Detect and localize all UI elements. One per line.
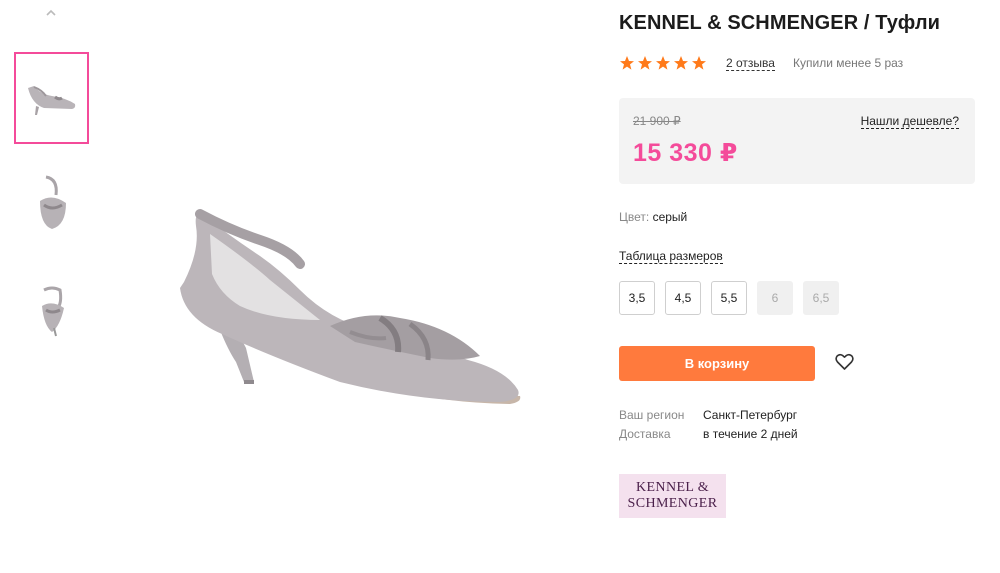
add-to-cart-button[interactable]: В корзину (619, 346, 815, 381)
star-icon (656, 56, 670, 70)
gallery-thumbnail-side[interactable] (14, 52, 89, 144)
color-info: Цвет: серый (619, 210, 687, 224)
size-option[interactable]: 5,5 (711, 281, 747, 315)
gallery-thumbnail-front[interactable] (14, 264, 89, 356)
size-option[interactable]: 3,5 (619, 281, 655, 315)
brand-logo-line1: KENNEL & (635, 480, 710, 495)
shoe-main-image (180, 209, 521, 404)
color-value: серый (652, 210, 688, 224)
delivery-info: Ваш регион Санкт-Петербург Доставка в те… (619, 406, 798, 444)
star-icon (674, 56, 688, 70)
delivery-label: Доставка (619, 427, 671, 441)
price-box: 21 900 ₽ Нашли дешевле? 15 330 ₽ (619, 98, 975, 184)
star-icon (692, 56, 706, 70)
favorite-button[interactable] (835, 353, 854, 371)
star-icon (620, 56, 634, 70)
product-main-image (150, 170, 570, 430)
old-price: 21 900 ₽ (633, 114, 681, 128)
current-price: 15 330 ₽ (633, 139, 738, 167)
color-label: Цвет: (619, 210, 650, 224)
heart-icon (835, 353, 854, 370)
region-value[interactable]: Санкт-Петербург (703, 406, 797, 425)
size-table-link[interactable]: Таблица размеров (619, 249, 723, 264)
brand-logo[interactable]: KENNEL & SCHMENGER (619, 474, 726, 518)
shoe-back-thumbnail (39, 175, 66, 229)
gallery-scroll-up-button[interactable] (44, 6, 58, 20)
shoe-front-thumbnail (41, 286, 64, 337)
chevron-up-icon (46, 9, 56, 16)
gallery-thumbnail-back[interactable] (14, 158, 89, 250)
star-icon (638, 56, 652, 70)
size-selector: 3,5 4,5 5,5 6 6,5 (619, 281, 839, 315)
shoe-side-thumbnail (27, 86, 75, 115)
delivery-value: в течение 2 дней (703, 427, 798, 441)
found-cheaper-link[interactable]: Нашли дешевле? (860, 114, 959, 129)
size-option-unavailable: 6 (757, 281, 793, 315)
product-title: KENNEL & SCHMENGER / Туфли (619, 12, 941, 34)
size-option-unavailable: 6,5 (803, 281, 839, 315)
rating-stars (619, 55, 707, 71)
bought-count: Купили менее 5 раз (793, 56, 904, 70)
size-option[interactable]: 4,5 (665, 281, 701, 315)
brand-logo-line2: SCHMENGER (627, 496, 718, 511)
region-label: Ваш регион (619, 408, 685, 422)
reviews-link[interactable]: 2 отзыва (726, 56, 775, 71)
